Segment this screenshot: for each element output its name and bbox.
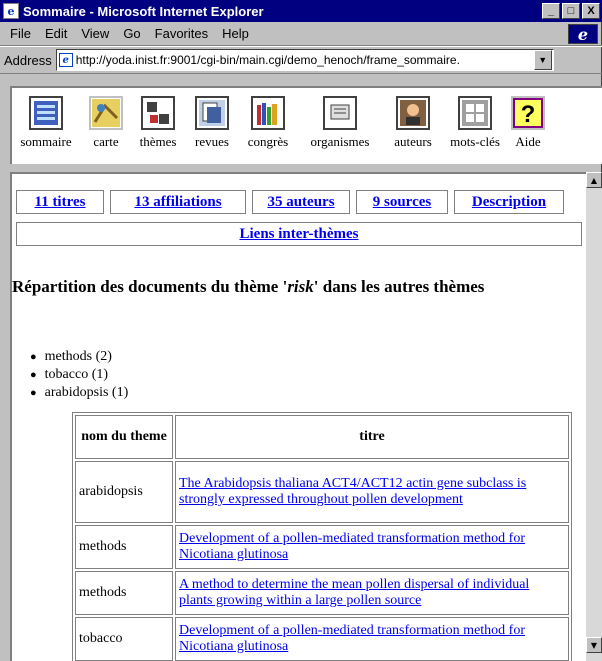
documents-table: nom du theme titre arabidopsis The Arabi… (72, 412, 572, 661)
nav-label: auteurs (394, 134, 432, 149)
heading-suffix: ' dans les autres thèmes (313, 277, 485, 296)
journals-icon (195, 96, 229, 130)
ie-icon[interactable]: e (3, 3, 19, 19)
table-row: methods Development of a pollen-mediated… (75, 525, 569, 569)
nav-label: Aide (515, 134, 541, 149)
menu-view[interactable]: View (81, 26, 109, 41)
menu-bar: File Edit View Go Favorites Help e (0, 22, 602, 46)
nav-congres[interactable]: congrès (240, 96, 296, 164)
svg-text:?: ? (521, 101, 536, 128)
heading-prefix: Répartition des documents du thème ' (12, 277, 288, 296)
help-icon: ? (511, 96, 545, 130)
page-heading: Répartition des documents du thème 'risk… (12, 274, 572, 300)
menu-file[interactable]: File (10, 26, 31, 41)
nav-carte[interactable]: carte (80, 96, 132, 164)
info-tabs: 11 titres 13 affiliations 35 auteurs 9 s… (16, 190, 570, 214)
nav-label: revues (195, 134, 229, 149)
address-input[interactable]: e http://yoda.inist.fr:9001/cgi-bin/main… (55, 49, 554, 71)
theme-cell: tobacco (75, 617, 173, 661)
menu-help[interactable]: Help (222, 26, 249, 41)
author-icon (396, 96, 430, 130)
scroll-up-arrow-icon[interactable]: ▲ (586, 172, 602, 188)
list-icon (29, 96, 63, 130)
window-title: Sommaire - Microsoft Internet Explorer (23, 3, 264, 19)
browser-window: e Sommaire - Microsoft Internet Explorer… (0, 0, 602, 661)
menu-go[interactable]: Go (123, 26, 140, 41)
tab-description[interactable]: Description (454, 190, 564, 214)
map-icon (89, 96, 123, 130)
address-dropdown-button[interactable]: ▼ (533, 50, 552, 70)
address-bar: Address e http://yoda.inist.fr:9001/cgi-… (0, 46, 602, 74)
table-row: methods A method to determine the mean p… (75, 571, 569, 615)
nav-sommaire[interactable]: sommaire (12, 96, 80, 164)
nav-revues[interactable]: revues (184, 96, 240, 164)
column-header: nom du theme (75, 415, 173, 459)
heading-theme: risk (287, 277, 314, 296)
nav-label: organismes (310, 134, 370, 149)
menu-edit[interactable]: Edit (45, 26, 67, 41)
list-item: tobacco (1) (30, 366, 128, 384)
title-bar[interactable]: e Sommaire - Microsoft Internet Explorer… (0, 0, 602, 22)
list-item: arabidopsis (1) (30, 384, 129, 402)
document-link[interactable]: A method to determine the mean pollen di… (179, 577, 529, 608)
address-label: Address (4, 52, 52, 68)
address-url: http://yoda.inist.fr:9001/cgi-bin/main.c… (75, 53, 460, 67)
theme-cell: methods (75, 571, 173, 615)
menu-favorites[interactable]: Favorites (155, 26, 208, 41)
title-cell: Development of a pollen-mediated transfo… (175, 617, 569, 661)
organization-icon (323, 96, 357, 130)
ie-logo-icon: e (568, 24, 598, 44)
maximize-button[interactable]: □ (562, 3, 580, 19)
close-button[interactable]: X (582, 3, 600, 19)
minimize-button[interactable]: _ (542, 3, 560, 19)
theme-cell: methods (75, 525, 173, 569)
site-nav-frame: sommaire carte thèmes revues congrès org… (10, 86, 602, 164)
page-icon: e (58, 53, 73, 67)
nav-organismes[interactable]: organismes (296, 96, 384, 164)
tab-sources[interactable]: 9 sources (356, 190, 448, 214)
title-cell: A method to determine the mean pollen di… (175, 571, 569, 615)
table-row: arabidopsis The Arabidopsis thaliana ACT… (75, 461, 569, 523)
nav-aide[interactable]: ? Aide (508, 96, 548, 164)
document-link[interactable]: Development of a pollen-mediated transfo… (179, 623, 525, 654)
nav-mots-cles[interactable]: mots-clés (442, 96, 508, 164)
window-controls: _ □ X (542, 3, 600, 19)
keywords-icon (458, 96, 492, 130)
nav-label: thèmes (139, 134, 177, 149)
document-link[interactable]: The Arabidopsis thaliana ACT4/ACT12 acti… (179, 476, 526, 507)
table-row: tobacco Development of a pollen-mediated… (75, 617, 569, 661)
document-link[interactable]: Development of a pollen-mediated transfo… (179, 531, 525, 562)
scroll-down-arrow-icon[interactable]: ▼ (586, 637, 602, 653)
nav-label: sommaire (20, 134, 72, 149)
tab-affiliations[interactable]: 13 affiliations (110, 190, 246, 214)
vertical-scrollbar[interactable]: ▲ ▼ (586, 172, 602, 661)
list-item: methods (2) (30, 348, 128, 366)
tab-auteurs[interactable]: 35 auteurs (252, 190, 350, 214)
books-icon (251, 96, 285, 130)
nav-label: mots-clés (450, 134, 500, 149)
title-cell: Development of a pollen-mediated transfo… (175, 525, 569, 569)
nav-auteurs[interactable]: auteurs (384, 96, 442, 164)
liens-inter-themes-link[interactable]: Liens inter-thèmes (16, 222, 582, 246)
table-header-row: nom du theme titre (75, 415, 569, 459)
nav-themes[interactable]: thèmes (132, 96, 184, 164)
themes-icon (141, 96, 175, 130)
theme-cell: arabidopsis (75, 461, 173, 523)
column-header: titre (175, 415, 569, 459)
nav-label: carte (93, 134, 119, 149)
themes-list: methods (2) tobacco (1) arabidopsis (1) (30, 348, 129, 402)
title-cell: The Arabidopsis thaliana ACT4/ACT12 acti… (175, 461, 569, 523)
tab-titres[interactable]: 11 titres (16, 190, 104, 214)
nav-label: congrès (247, 134, 289, 149)
content-frame: 11 titres 13 affiliations 35 auteurs 9 s… (10, 172, 586, 661)
